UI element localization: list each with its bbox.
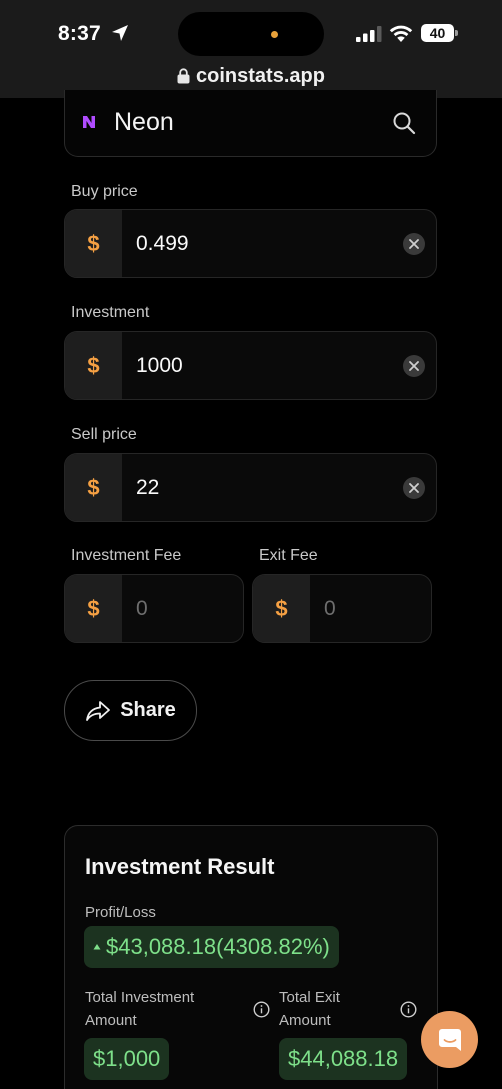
investment-fee-input[interactable]: 0: [136, 575, 148, 642]
exit-fee-input[interactable]: 0: [324, 575, 336, 642]
status-bar: 8:37 40 coinstats.app: [0, 0, 502, 98]
cellular-signal-icon: [356, 26, 382, 42]
investment-fee-label: Investment Fee: [71, 547, 182, 564]
profit-loss-value: $43,088.18(4308.82%): [84, 926, 339, 968]
currency-prefix: $: [65, 332, 122, 399]
currency-prefix: $: [65, 454, 122, 521]
chat-icon: [438, 1028, 461, 1051]
result-title: Investment Result: [85, 854, 275, 879]
coin-selector[interactable]: Neon: [64, 90, 437, 157]
battery-icon: 40: [421, 24, 458, 42]
currency-prefix: $: [65, 575, 122, 642]
lock-icon: [177, 68, 190, 84]
share-arrow-icon: [86, 700, 111, 721]
info-icon[interactable]: [400, 1001, 417, 1018]
profit-loss-label: Profit/Loss: [85, 904, 156, 921]
status-time: 8:37: [58, 22, 101, 45]
address-bar[interactable]: coinstats.app: [0, 62, 502, 90]
investment-fee-field[interactable]: $ 0: [64, 574, 244, 643]
close-icon: [409, 361, 419, 371]
investment-input[interactable]: 1000: [136, 332, 183, 399]
coin-name: Neon: [114, 108, 174, 136]
total-exit-label: Total Exit Amount: [279, 989, 340, 1029]
share-label: Share: [120, 699, 176, 721]
investment-field[interactable]: $ 1000: [64, 331, 437, 400]
privacy-indicator-dot: [271, 31, 278, 38]
currency-prefix: $: [253, 575, 310, 642]
sell-price-input[interactable]: 22: [136, 454, 159, 521]
up-arrow-icon: [93, 944, 101, 950]
close-icon: [409, 239, 419, 249]
sell-price-field[interactable]: $ 22: [64, 453, 437, 522]
exit-fee-field[interactable]: $ 0: [252, 574, 432, 643]
exit-fee-label: Exit Fee: [259, 547, 318, 564]
clear-buy-price-button[interactable]: [403, 233, 425, 255]
investment-result-card: Investment Result Profit/Loss $43,088.18…: [64, 825, 438, 1089]
location-arrow-icon: [112, 25, 128, 41]
currency-prefix: $: [65, 210, 122, 277]
coinstats-calculator-page: 8:37 40 coinstats.app Neon Buy price $ 0…: [0, 0, 502, 1089]
total-investment-label: Total Investment Amount: [85, 989, 195, 1029]
total-exit-value: $44,088.18: [279, 1038, 408, 1080]
neon-logo-icon: [83, 116, 95, 128]
buy-price-field[interactable]: $ 0.499: [64, 209, 437, 278]
info-icon[interactable]: [253, 1001, 270, 1018]
close-icon: [409, 483, 419, 493]
share-button[interactable]: Share: [64, 680, 197, 741]
total-investment-value: $1,000: [84, 1038, 170, 1080]
search-icon[interactable]: [392, 111, 416, 135]
profit-loss-amount: $43,088.18(4308.82%): [106, 934, 330, 959]
chat-support-button[interactable]: [421, 1011, 478, 1068]
sell-price-label: Sell price: [71, 426, 137, 443]
buy-price-input[interactable]: 0.499: [136, 210, 189, 277]
wifi-icon: [389, 25, 413, 42]
dynamic-island: [178, 12, 324, 56]
clear-sell-price-button[interactable]: [403, 477, 425, 499]
clear-investment-button[interactable]: [403, 355, 425, 377]
investment-label: Investment: [71, 304, 150, 321]
url-text: coinstats.app: [196, 64, 325, 87]
buy-price-label: Buy price: [71, 183, 138, 200]
